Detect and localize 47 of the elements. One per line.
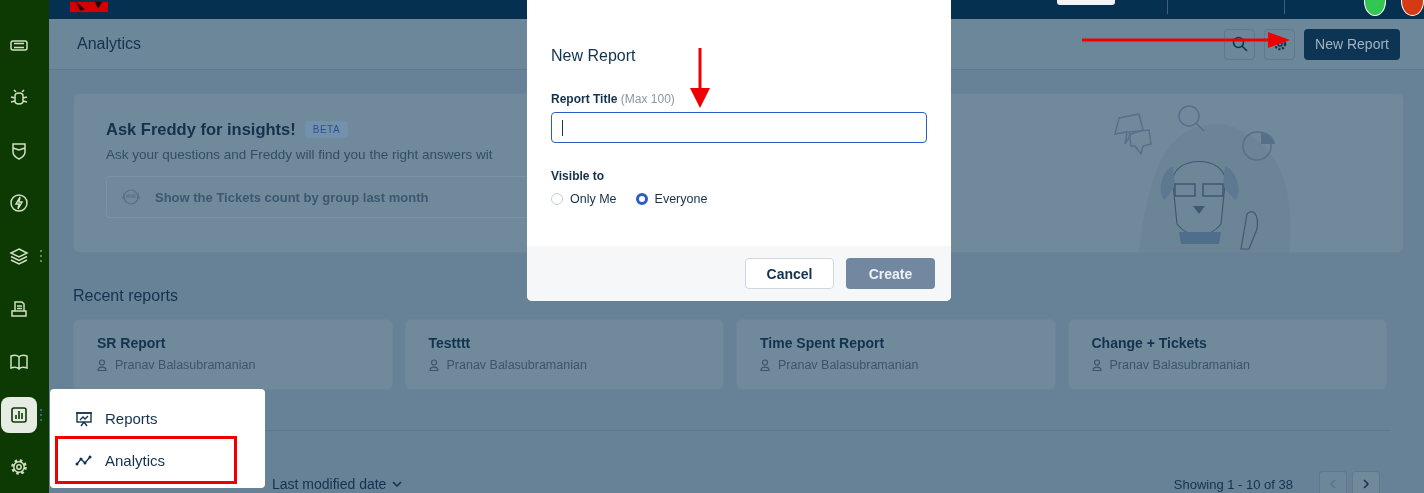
field-label: Visible to xyxy=(551,169,606,183)
radio-button[interactable] xyxy=(635,193,648,205)
field-label: Report Title (Max 100) xyxy=(551,92,676,106)
settings-icon xyxy=(9,457,29,478)
search-icon xyxy=(1231,36,1248,52)
report-owner: Pranav Balasubramanian xyxy=(446,358,587,372)
inbox-icon xyxy=(9,299,29,319)
dog-icon xyxy=(120,186,142,208)
cancel-button[interactable]: Cancel xyxy=(745,258,834,289)
report-title: Time Spent Report xyxy=(760,335,886,351)
input-field[interactable] xyxy=(551,112,927,143)
pagination-info: Showing 1 - 10 of 38 xyxy=(1173,476,1293,492)
person-icon xyxy=(1091,359,1102,371)
lightning-icon xyxy=(9,193,29,214)
sidebar-item[interactable] xyxy=(1,396,37,433)
radio-option[interactable]: Only Me xyxy=(551,192,617,206)
radio-label: Only Me xyxy=(570,192,617,206)
person-icon xyxy=(97,359,107,371)
new-report-button[interactable]: New Report xyxy=(1304,28,1400,60)
report-owner: Pranav Balasubramanian xyxy=(1109,358,1250,372)
search-button[interactable] xyxy=(1224,28,1256,60)
bug-icon xyxy=(9,87,29,108)
menu-item[interactable]: Analytics xyxy=(55,436,237,484)
beta-badge: BETA xyxy=(304,121,349,138)
layers-icon xyxy=(9,246,29,267)
analytics-icon xyxy=(9,404,29,425)
presentation-icon xyxy=(75,409,93,427)
person-icon xyxy=(428,359,439,371)
card-title: Ask Freddy for insights! xyxy=(106,120,296,139)
report-title: Change + Tickets xyxy=(1091,335,1208,351)
report-card[interactable]: Testttt Pranav Balasubramanian xyxy=(404,319,724,390)
caret-icon xyxy=(392,481,403,487)
menu-item[interactable]: Reports xyxy=(55,405,237,431)
page-title: Analytics xyxy=(77,35,142,53)
report-title: SR Report xyxy=(97,335,167,351)
person-icon xyxy=(760,359,770,371)
chevron-right-icon xyxy=(1362,479,1370,489)
report-card[interactable]: Change + Tickets Pranav Balasubramanian xyxy=(1067,319,1387,390)
card-description: Ask your questions and Freddy will find you the right answers wit xyxy=(106,147,494,162)
radio-label: Everyone xyxy=(654,192,708,206)
sort-dropdown[interactable]: Last modified date xyxy=(272,476,403,492)
shield-icon xyxy=(9,140,29,161)
radio-option[interactable]: Everyone xyxy=(635,192,708,206)
logo-icon xyxy=(70,0,109,14)
section-heading: Recent reports xyxy=(73,287,179,305)
dialog-title: New Report xyxy=(551,47,637,65)
report-title: Testttt xyxy=(428,335,472,351)
